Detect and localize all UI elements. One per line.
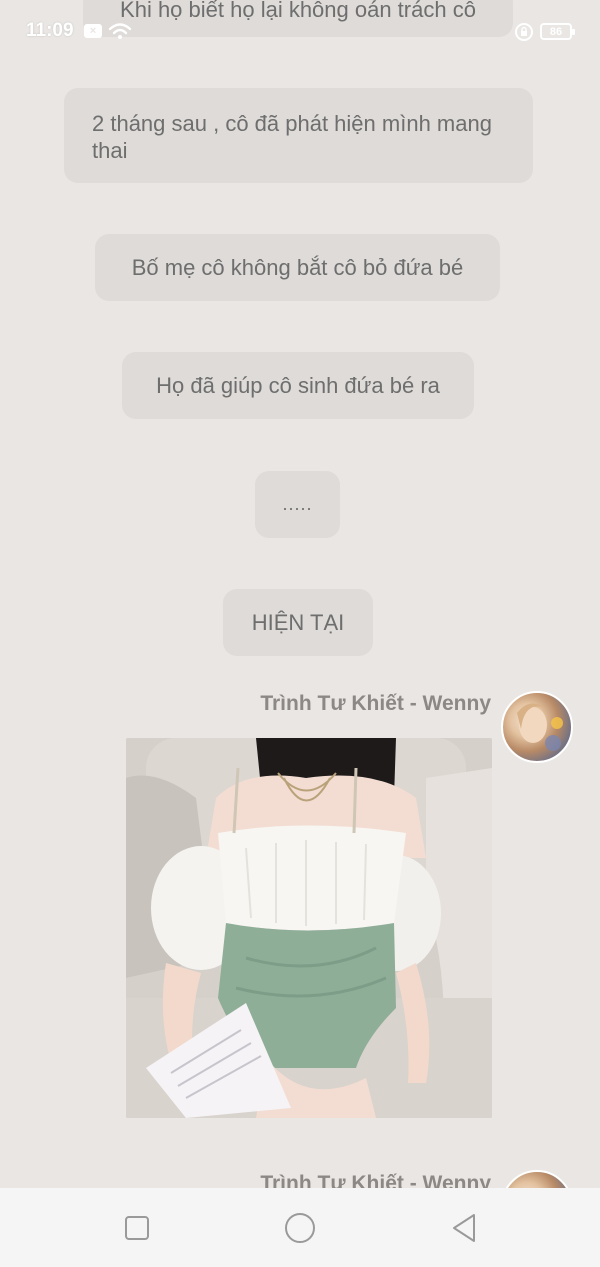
narration-text: 2 tháng sau , cô đã phát hiện mình mang … [92, 111, 492, 163]
narration-bubble: Bố mẹ cô không bắt cô bỏ đứa bé [95, 234, 500, 301]
battery-icon: 86 [540, 23, 575, 40]
status-bar: 11:09 × 86 [0, 0, 600, 62]
rotation-lock-icon [514, 22, 534, 47]
narration-bubble: 2 tháng sau , cô đã phát hiện mình mang … [64, 88, 533, 183]
sender-name: Trình Tư Khiết - Wenny [260, 692, 491, 715]
narration-text: Họ đã giúp cô sinh đứa bé ra [156, 373, 440, 398]
home-icon [285, 1213, 315, 1243]
recent-apps-button[interactable] [121, 1212, 153, 1244]
back-button[interactable] [448, 1212, 480, 1244]
home-button[interactable] [284, 1212, 316, 1244]
status-time: 11:09 [26, 20, 74, 41]
ellipsis-bubble: ..... [255, 471, 340, 538]
wifi-icon [108, 21, 132, 46]
narration-bubble: Họ đã giúp cô sinh đứa bé ra [122, 352, 474, 419]
narration-text: Bố mẹ cô không bắt cô bỏ đứa bé [131, 255, 464, 280]
time-marker-bubble: HIỆN TẠI [223, 589, 373, 656]
x-notification-icon: × [84, 24, 102, 38]
recent-apps-icon [125, 1216, 149, 1240]
battery-level: 86 [549, 25, 563, 38]
time-marker-text: HIỆN TẠI [251, 610, 345, 635]
ellipsis-text: ..... [282, 494, 313, 514]
outfit-photo[interactable] [126, 738, 492, 1118]
navigation-bar [0, 1188, 600, 1267]
back-icon [453, 1214, 475, 1242]
sender-avatar[interactable] [501, 691, 573, 763]
